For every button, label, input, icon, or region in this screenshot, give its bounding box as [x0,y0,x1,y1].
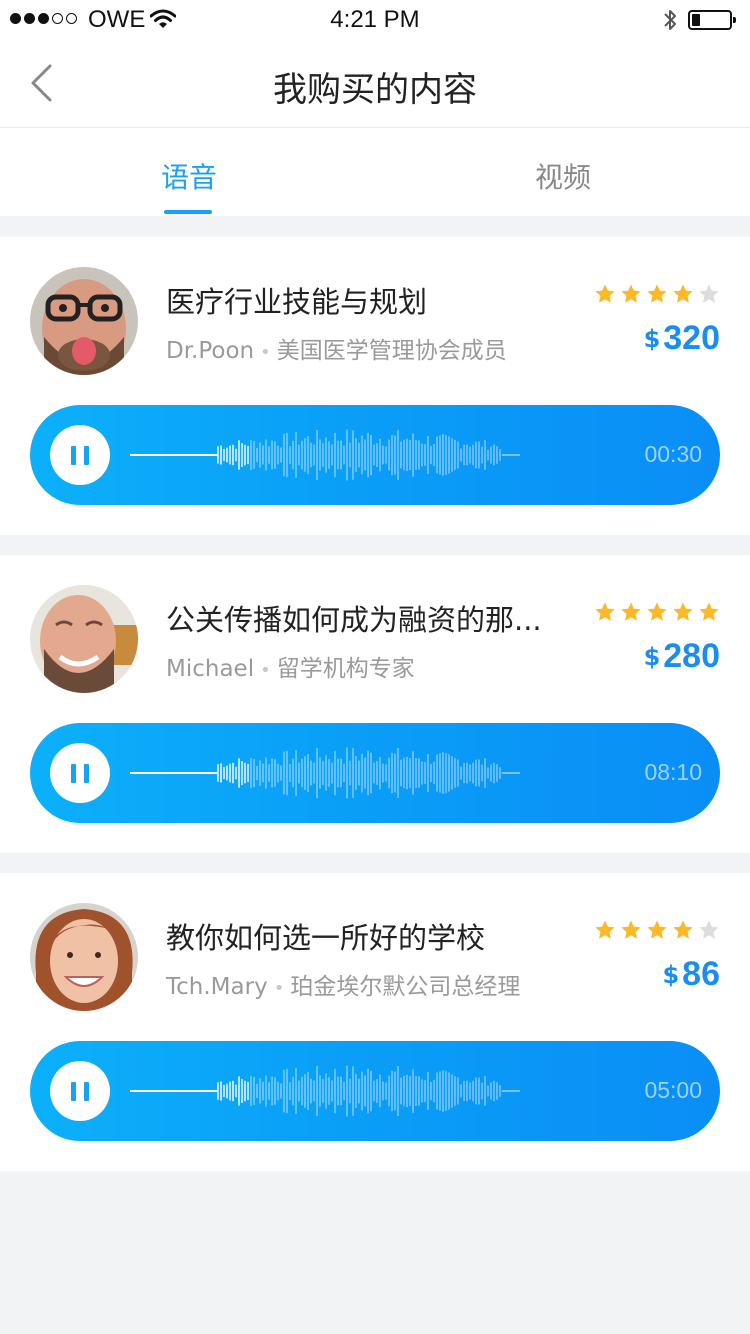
pause-button[interactable] [50,743,110,803]
audio-duration: 08:10 [644,759,702,785]
audio-player: 00:30 [30,405,720,505]
wifi-icon [149,8,177,34]
author-role: 美国医学管理协会成员 [276,338,507,364]
audio-player: 08:10 [30,723,720,823]
price-amount: 280 [663,637,720,675]
audio-duration: 00:30 [644,441,702,467]
price: $280 [644,637,720,676]
waveform[interactable] [130,1051,550,1131]
page-title: 我购买的内容 [273,70,477,110]
chevron-left-icon [31,64,52,102]
star-icon [699,920,719,939]
star-icon [621,284,641,303]
carrier-label: OWE [88,6,146,33]
avatar [30,903,138,1011]
course-meta: Michael • 留学机构专家 [166,656,415,682]
signal-dots-icon [10,13,77,24]
author-name: Michael [166,656,255,682]
nav-bar: 我购买的内容 [0,40,750,128]
star-icon [647,920,667,939]
audio-duration: 05:00 [644,1077,702,1103]
pause-button[interactable] [50,425,110,485]
tab-video[interactable]: 视频 [375,128,750,216]
star-icon [647,284,667,303]
battery-icon [688,10,736,30]
course-title: 公关传播如何成为融资的那... [166,603,542,637]
course-title: 教你如何选一所好的学校 [166,921,486,955]
rating-stars [594,601,720,623]
price-amount: 86 [682,955,720,993]
star-icon [621,602,641,621]
course-meta: Tch.Mary • 珀金埃尔默公司总经理 [166,974,521,1000]
currency-symbol: $ [643,643,661,671]
audio-player: 05:00 [30,1041,720,1141]
tab-bar: 语音 视频 [0,128,750,216]
back-button[interactable] [20,58,64,108]
price: $320 [644,319,720,358]
course-meta: Dr.Poon • 美国医学管理协会成员 [166,338,507,364]
star-icon [673,284,693,303]
tab-video-label: 视频 [535,161,592,194]
star-icon [621,920,641,939]
course-card[interactable]: 公关传播如何成为融资的那... Michael • 留学机构专家 $280 08:1… [0,555,750,853]
waveform[interactable] [130,415,550,495]
star-icon [595,920,615,939]
star-icon [673,602,693,621]
currency-symbol: $ [643,325,661,353]
author-role: 留学机构专家 [276,656,415,682]
pause-button[interactable] [50,1061,110,1121]
course-card[interactable]: 医疗行业技能与规划 Dr.Poon • 美国医学管理协会成员 $320 00:30 [0,237,750,535]
price: $86 [662,955,720,994]
star-icon [647,602,667,621]
rating-stars [594,919,720,941]
course-card[interactable]: 教你如何选一所好的学校 Tch.Mary • 珀金埃尔默公司总经理 $86 05:0… [0,873,750,1171]
star-icon [673,920,693,939]
author-name: Dr.Poon [166,338,255,364]
tab-voice-label: 语音 [161,161,218,194]
star-icon [699,284,719,303]
rating-stars [594,283,720,305]
star-icon [699,602,719,621]
avatar [30,585,138,693]
star-icon [595,602,615,621]
currency-symbol: $ [662,961,680,989]
tab-voice[interactable]: 语音 [0,128,375,216]
star-icon [595,284,615,303]
waveform[interactable] [130,733,550,813]
price-amount: 320 [663,319,720,357]
tab-active-indicator [164,210,212,214]
status-bar: OWE 4:21 PM [0,0,750,40]
course-title: 医疗行业技能与规划 [166,285,428,319]
bluetooth-icon [662,7,678,37]
author-role: 珀金埃尔默公司总经理 [290,974,521,1000]
avatar [30,267,138,375]
author-name: Tch.Mary [166,974,268,1000]
